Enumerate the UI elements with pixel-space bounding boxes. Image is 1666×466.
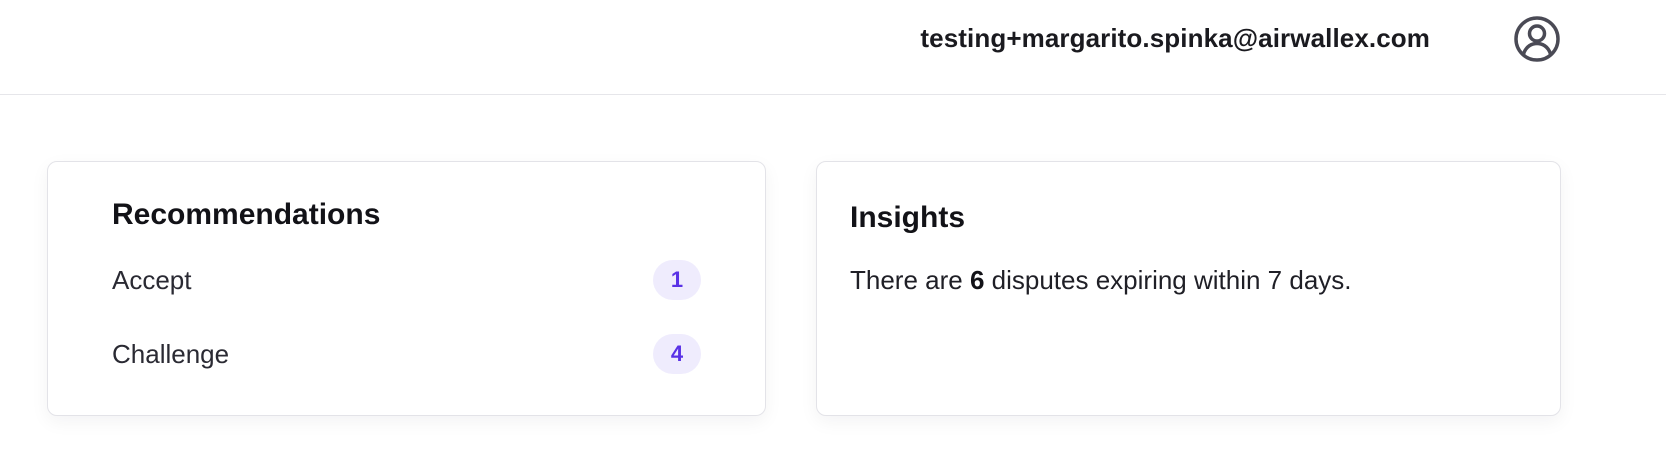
insights-card: Insights There are 6 disputes expiring w… xyxy=(816,161,1561,416)
insight-text-before: There are xyxy=(850,265,970,295)
recommendation-label: Challenge xyxy=(112,339,230,369)
recommendation-accept[interactable]: Accept 1 xyxy=(112,258,701,302)
recommendation-challenge[interactable]: Challenge 4 xyxy=(112,332,701,376)
insight-text-after: disputes expiring within 7 days. xyxy=(984,265,1352,295)
user-circle-icon[interactable] xyxy=(1512,14,1562,64)
insight-message: There are 6 disputes expiring within 7 d… xyxy=(850,263,1352,297)
recommendation-label: Accept xyxy=(112,265,192,295)
recommendations-card: Recommendations Accept 1 Challenge 4 xyxy=(47,161,766,416)
insight-count: 6 xyxy=(969,265,985,295)
insights-title: Insights xyxy=(850,201,966,234)
count-badge: 4 xyxy=(653,334,701,374)
count-badge: 1 xyxy=(653,260,701,300)
top-header: testing+margarito.spinka@airwallex.com xyxy=(0,0,1666,95)
avatar-svg xyxy=(1514,16,1560,62)
user-email: testing+margarito.spinka@airwallex.com xyxy=(920,23,1430,53)
recommendations-title: Recommendations xyxy=(112,198,381,231)
